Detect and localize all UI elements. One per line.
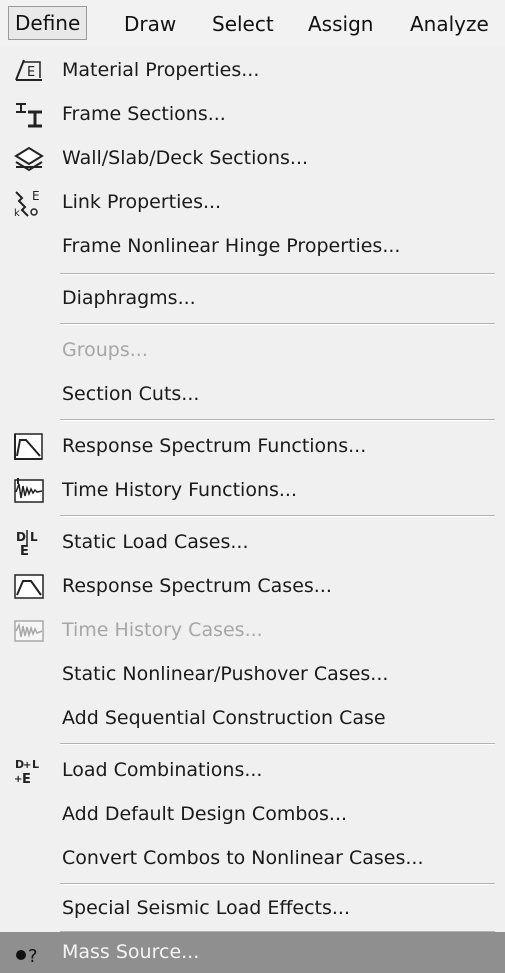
menu-separator — [60, 515, 495, 517]
menu-analyze[interactable]: Analyze — [410, 8, 489, 40]
svg-text:?: ? — [28, 946, 38, 967]
menu-item-label: Static Load Cases... — [62, 531, 249, 553]
svg-text:E: E — [20, 544, 29, 558]
svg-text:E: E — [22, 772, 31, 786]
menu-item-add-default-design-combos[interactable]: Add Default Design Combos... — [0, 792, 505, 836]
menu-item-label: Convert Combos to Nonlinear Cases... — [62, 847, 424, 869]
menu-item-label: Frame Sections... — [62, 103, 226, 125]
menu-item-label: Time History Functions... — [62, 479, 298, 501]
frame-sections-icon — [12, 98, 46, 130]
menu-separator — [60, 883, 495, 885]
time-history-cases-icon — [12, 614, 46, 646]
menu-draw[interactable]: Draw — [124, 8, 176, 40]
menu-item-label: Add Default Design Combos... — [62, 803, 348, 825]
menu-item-convert-combos-to-nonlinear-cases[interactable]: Convert Combos to Nonlinear Cases... — [0, 836, 505, 880]
menu-item-load-combinations[interactable]: D + L + E Load Combinations... — [0, 748, 505, 792]
menu-item-material-properties[interactable]: E Material Properties... — [0, 48, 505, 92]
menu-item-label: Section Cuts... — [62, 383, 200, 405]
menu-item-label: Material Properties... — [62, 59, 260, 81]
menu-item-label: Static Nonlinear/Pushover Cases... — [62, 663, 389, 685]
menu-item-groups: Groups... — [0, 328, 505, 372]
menu-item-section-cuts[interactable]: Section Cuts... — [0, 372, 505, 416]
menu-item-response-spectrum-cases[interactable]: Response Spectrum Cases... — [0, 564, 505, 608]
wall-slab-deck-icon — [12, 142, 46, 174]
menu-item-label: Response Spectrum Cases... — [62, 575, 332, 597]
menu-item-label: Response Spectrum Functions... — [62, 435, 367, 457]
menu-item-special-seismic-load-effects[interactable]: Special Seismic Load Effects... — [0, 886, 505, 930]
menu-item-frame-nonlinear-hinge-properties[interactable]: Frame Nonlinear Hinge Properties... — [0, 224, 505, 268]
menu-item-label: Load Combinations... — [62, 759, 263, 781]
menu-item-response-spectrum-functions[interactable]: Response Spectrum Functions... — [0, 424, 505, 468]
menu-item-label: Time History Cases... — [62, 619, 263, 641]
menu-item-static-nonlinear-pushover-cases[interactable]: Static Nonlinear/Pushover Cases... — [0, 652, 505, 696]
link-properties-icon: Ek — [12, 186, 46, 218]
menu-item-label: Add Sequential Construction Case — [62, 707, 386, 729]
menu-item-label: Diaphragms... — [62, 287, 196, 309]
svg-text:E: E — [27, 65, 35, 80]
response-spectrum-functions-icon — [12, 430, 46, 462]
menu-item-link-properties[interactable]: Ek Link Properties... — [0, 180, 505, 224]
menu-item-label: Wall/Slab/Deck Sections... — [62, 147, 309, 169]
svg-text:k: k — [14, 208, 20, 218]
response-spectrum-cases-icon — [12, 570, 46, 602]
svg-text:E: E — [32, 189, 40, 203]
menu-separator — [60, 323, 495, 325]
svg-text:L: L — [30, 530, 38, 544]
menu-define[interactable]: Define — [8, 6, 88, 40]
menu-item-label: Groups... — [62, 339, 148, 361]
menu-item-label: Link Properties... — [62, 191, 222, 213]
load-combinations-icon: D + L + E — [12, 754, 46, 786]
static-load-cases-icon: DLE — [12, 526, 46, 558]
menu-item-label: Mass Source... — [62, 941, 200, 963]
menu-separator — [60, 743, 495, 745]
menu-item-static-load-cases[interactable]: DLE Static Load Cases... — [0, 520, 505, 564]
menu-item-label: Frame Nonlinear Hinge Properties... — [62, 235, 401, 257]
menu-separator — [60, 273, 495, 275]
menu-item-mass-source[interactable]: ? Mass Source... — [0, 932, 505, 973]
menu-assign[interactable]: Assign — [308, 8, 373, 40]
time-history-functions-icon — [12, 474, 46, 506]
menu-select[interactable]: Select — [212, 8, 274, 40]
menu-item-diaphragms[interactable]: Diaphragms... — [0, 276, 505, 320]
menu-item-frame-sections[interactable]: Frame Sections... — [0, 92, 505, 136]
application-window: Define Draw Select Assign Analyze E Mate… — [0, 0, 505, 973]
menu-separator — [60, 419, 495, 421]
svg-text:D: D — [16, 530, 26, 544]
menu-bar: Define Draw Select Assign Analyze — [0, 0, 505, 46]
menu-item-label: Special Seismic Load Effects... — [62, 897, 351, 919]
define-dropdown-menu: E Material Properties... Frame Sections.… — [0, 46, 505, 973]
menu-item-time-history-cases: Time History Cases... — [0, 608, 505, 652]
svg-text:+: + — [23, 760, 31, 771]
menu-item-add-sequential-construction-case[interactable]: Add Sequential Construction Case — [0, 696, 505, 740]
mass-source-icon: ? — [12, 937, 46, 969]
svg-text:L: L — [32, 758, 39, 771]
menu-item-time-history-functions[interactable]: Time History Functions... — [0, 468, 505, 512]
menu-item-wall-slab-deck-sections[interactable]: Wall/Slab/Deck Sections... — [0, 136, 505, 180]
material-properties-icon: E — [12, 54, 46, 86]
